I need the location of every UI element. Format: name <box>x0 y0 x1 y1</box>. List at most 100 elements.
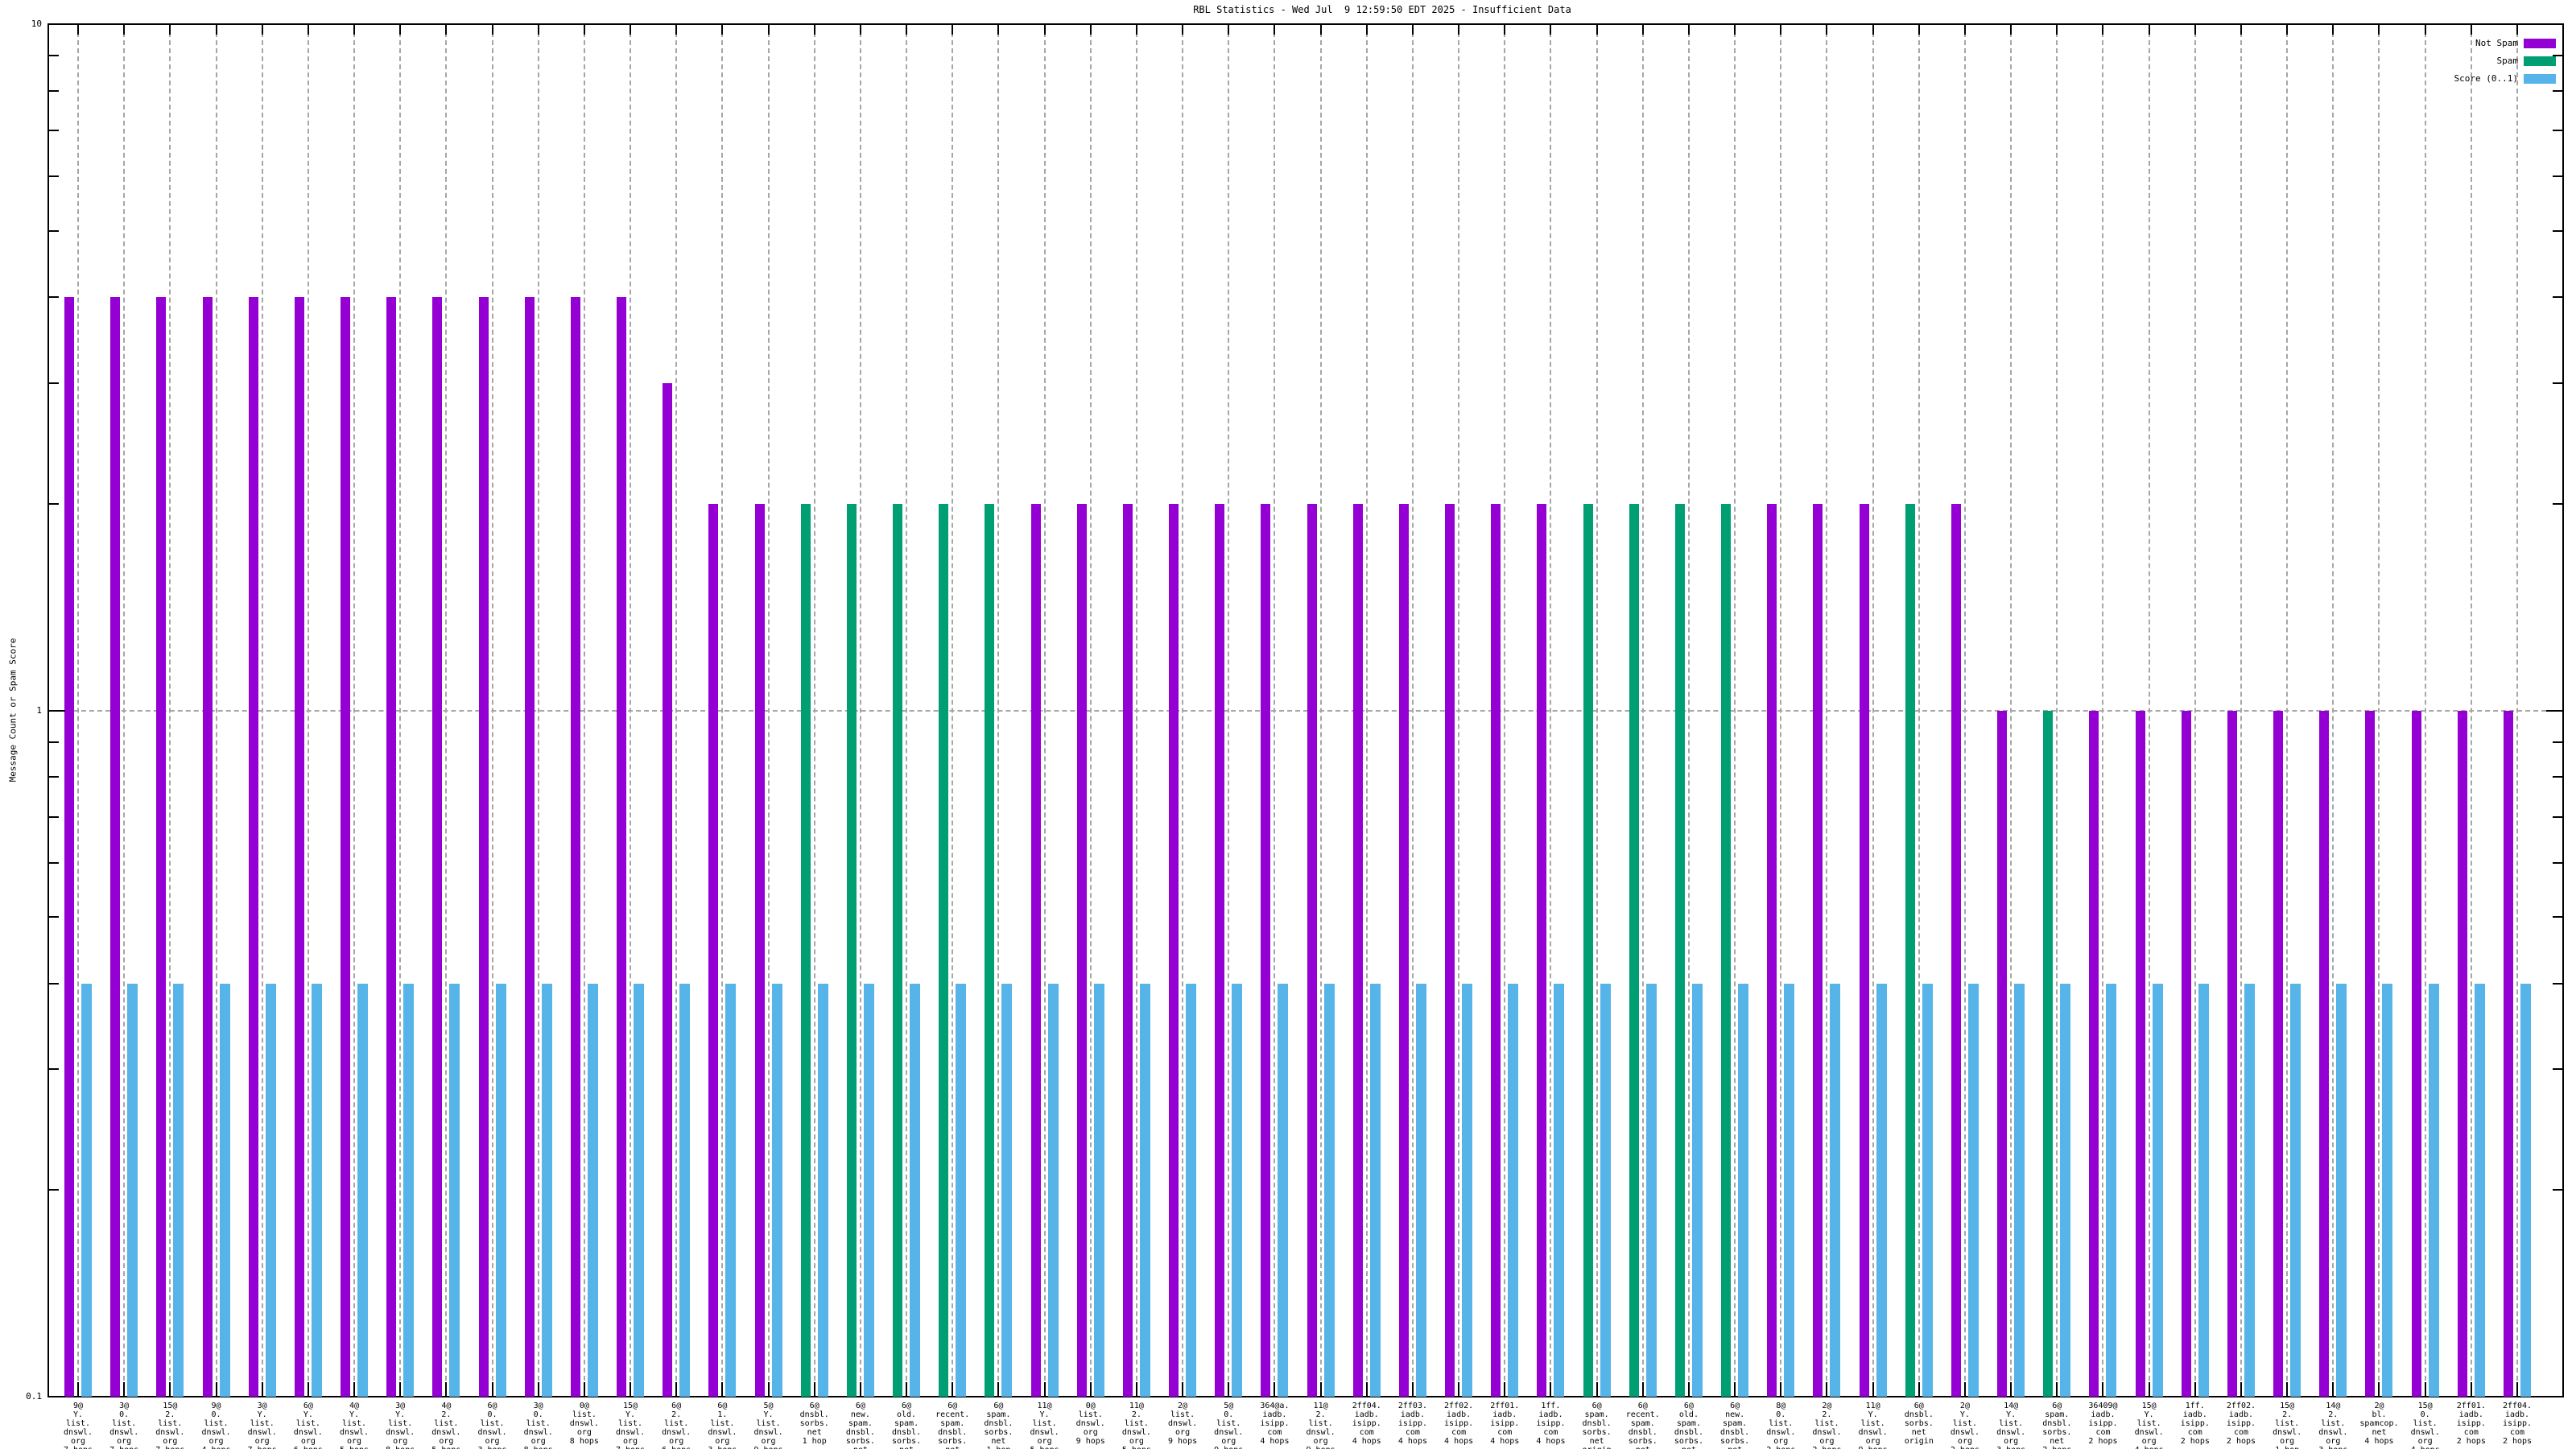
x-tick-label: 6@ new. spam. dnsbl. sorbs. net 1 hop <box>845 1402 875 1449</box>
x-tick-top <box>1365 24 1368 35</box>
y-minor-tick-right <box>2553 1068 2562 1070</box>
x-tick-label: 1ff. iadb. isipp. com 2 hops <box>2180 1402 2210 1446</box>
x-tick-bottom <box>307 1382 309 1397</box>
x-tick-bottom <box>1641 1382 1644 1397</box>
x-tick-label: 3@ Y. list. dnswl. org 8 hops <box>386 1402 415 1449</box>
x-tick-top <box>1274 24 1276 35</box>
y-minor-tick-right <box>2553 816 2562 818</box>
x-tick-bottom <box>169 1382 171 1397</box>
x-tick-top <box>859 24 861 35</box>
x-tick-bottom <box>859 1382 861 1397</box>
x-tick-bottom <box>1963 1382 1966 1397</box>
y-minor-tick-right <box>2553 983 2562 985</box>
legend-label-score: Score (0..1) <box>2454 73 2518 84</box>
x-tick-label: 4@ 2. list. dnswl. org 5 hops <box>431 1402 461 1449</box>
x-tick-top <box>1411 24 1414 35</box>
x-tick-bottom <box>2332 1382 2334 1397</box>
x-tick-top <box>1228 24 1230 35</box>
x-tick-label: 3@ 0. list. dnswl. org 7 hops <box>109 1402 139 1449</box>
rbl-statistics-chart: RBL Statistics - Wed Jul 9 12:59:50 EDT … <box>0 0 2576 1449</box>
x-tick-bottom <box>813 1382 815 1397</box>
y-tick-label: 0.1 <box>26 1391 42 1402</box>
x-tick-bottom <box>353 1382 356 1397</box>
x-tick-top <box>630 24 632 35</box>
x-tick-bottom <box>906 1382 908 1397</box>
x-tick-bottom <box>1089 1382 1092 1397</box>
x-tick-label: 2ff01. iadb. isipp. com 4 hops <box>1490 1402 1520 1446</box>
x-tick-label: 11@ Y. list. dnswl. org 9 hops <box>1858 1402 1888 1449</box>
x-tick-label: 2@ list. dnswl. org 9 hops <box>1168 1402 1198 1446</box>
y-minor-tick-right <box>2553 916 2562 918</box>
y-minor-tick-left <box>49 862 59 864</box>
x-tick-label: 6@ new. spam. dnsbl. sorbs. net origin <box>1720 1402 1750 1449</box>
x-tick-bottom <box>1182 1382 1184 1397</box>
x-tick-top <box>1550 24 1552 35</box>
x-tick-label: 2ff02. iadb. isipp. com 4 hops <box>1444 1402 1474 1446</box>
x-tick-label: 364@a. iadb. isipp. com 4 hops <box>1260 1402 1290 1446</box>
x-tick-bottom <box>997 1382 1000 1397</box>
x-tick-top <box>1872 24 1874 35</box>
x-tick-label: 5@ 0. list. dnswl. org 9 hops <box>1214 1402 1244 1449</box>
x-tick-top <box>767 24 770 35</box>
y-minor-tick-left <box>49 296 59 298</box>
x-tick-top <box>675 24 678 35</box>
x-tick-top <box>2470 24 2472 35</box>
x-tick-top <box>1089 24 1092 35</box>
x-tick-top <box>261 24 263 35</box>
x-tick-top <box>2194 24 2196 35</box>
y-minor-tick-left <box>49 1189 59 1191</box>
x-tick-top <box>583 24 585 35</box>
x-tick-bottom <box>767 1382 770 1397</box>
x-tick-top <box>1043 24 1046 35</box>
x-tick-label: 2ff03. iadb. isipp. com 4 hops <box>1397 1402 1427 1446</box>
y-minor-tick-left <box>49 382 59 384</box>
x-tick-label: 1ff. iadb. isipp. com 4 hops <box>1536 1402 1566 1446</box>
x-tick-label: 0@ list. dnswl. org 9 hops <box>1075 1402 1105 1446</box>
x-tick-top <box>2102 24 2104 35</box>
y-minor-tick-left <box>49 55 59 56</box>
x-tick-bottom <box>2424 1382 2426 1397</box>
x-tick-top <box>1963 24 1966 35</box>
x-tick-top <box>1641 24 1644 35</box>
x-tick-bottom <box>399 1382 402 1397</box>
y-minor-tick-right <box>2553 776 2562 778</box>
x-tick-top <box>353 24 356 35</box>
x-tick-label: 6@ Y. list. dnswl. org 6 hops <box>293 1402 323 1449</box>
x-tick-label: 15@ 2. list. dnswl. org 7 hops <box>155 1402 185 1449</box>
x-tick-label: 6@ 0. list. dnswl. org 3 hops <box>477 1402 507 1449</box>
x-tick-label: 11@ Y. list. dnswl. org 5 hops <box>1030 1402 1059 1449</box>
x-tick-top <box>123 24 126 35</box>
y-minor-tick-left <box>49 130 59 131</box>
x-tick-top <box>2010 24 2013 35</box>
x-tick-bottom <box>1274 1382 1276 1397</box>
x-tick-label: 14@ Y. list. dnswl. org 3 hops <box>1996 1402 2026 1449</box>
x-tick-top <box>721 24 724 35</box>
x-tick-label: 4@ Y. list. dnswl. org 5 hops <box>339 1402 369 1449</box>
x-tick-label: 14@ 2. list. dnswl. org 3 hops <box>2318 1402 2348 1449</box>
x-tick-bottom <box>1780 1382 1782 1397</box>
x-tick-label: 6@ old. spam. dnsbl. sorbs. net 1 hop <box>891 1402 922 1449</box>
x-tick-bottom <box>721 1382 724 1397</box>
x-tick-label: 6@ old. spam. dnsbl. sorbs. net origin <box>1674 1402 1703 1449</box>
x-tick-top <box>491 24 493 35</box>
y-tick-label: 10 <box>31 19 42 29</box>
x-tick-label: 6@ spam. dnsbl. sorbs. net origin <box>1582 1402 1612 1449</box>
x-tick-bottom <box>1918 1382 1920 1397</box>
y-minor-tick-left <box>49 1068 59 1070</box>
x-tick-top <box>952 24 954 35</box>
x-tick-label: 2ff01. iadb. isipp. com 2 hops <box>2456 1402 2486 1446</box>
x-tick-label: 6@ recent. spam. dnsbl. sorbs. net origi… <box>1625 1402 1660 1449</box>
legend-swatch-spam <box>2524 56 2556 66</box>
x-tick-bottom <box>123 1382 126 1397</box>
x-tick-bottom <box>1734 1382 1736 1397</box>
x-tick-top <box>997 24 1000 35</box>
x-tick-label: 2@ bl. spamcop. net 4 hops <box>2359 1402 2399 1446</box>
x-tick-bottom <box>77 1382 79 1397</box>
x-tick-label: 6@ 1. list. dnswl. org 3 hops <box>708 1402 737 1449</box>
x-tick-top <box>215 24 217 35</box>
x-tick-top <box>2240 24 2242 35</box>
x-tick-bottom <box>2148 1382 2150 1397</box>
x-tick-bottom <box>1504 1382 1506 1397</box>
x-tick-label: 9@ 0. list. dnswl. org 4 hops <box>201 1402 231 1449</box>
x-tick-label: 9@ Y. list. dnswl. org 7 hops <box>63 1402 93 1449</box>
